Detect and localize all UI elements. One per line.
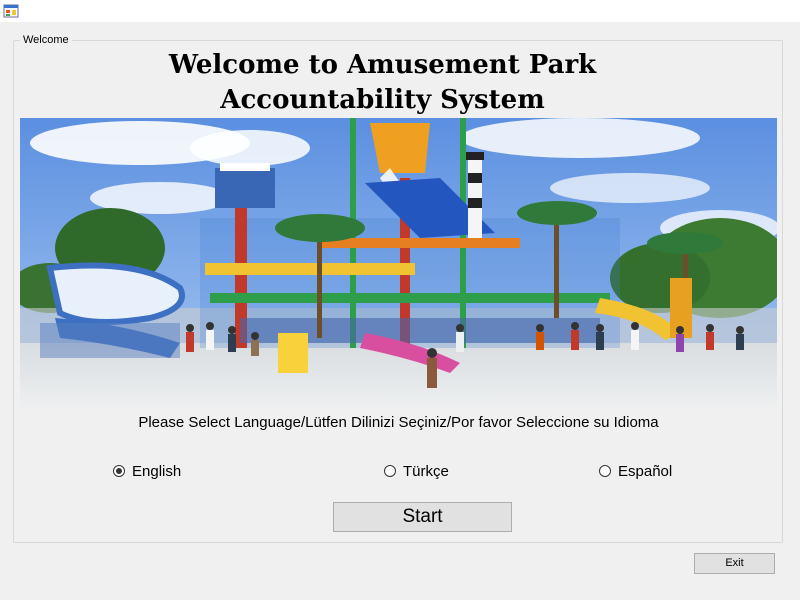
language-prompt: Please Select Language/Lütfen Dilinizi S… <box>138 414 659 431</box>
title-line-1: Welcome to Amusement Park <box>168 50 597 80</box>
turkish-radio-button[interactable] <box>384 465 396 477</box>
turkish-radio-label[interactable]: Türkçe <box>403 463 449 480</box>
exit-button[interactable]: Exit <box>694 553 775 574</box>
welcome-window: Welcome Welcome to Amusement Park Accoun… <box>0 0 800 600</box>
groupbox-caption: Welcome <box>20 33 72 47</box>
windows-form-icon <box>3 4 19 18</box>
english-radio[interactable]: English <box>113 461 181 481</box>
title-line-2: Accountability System <box>220 85 545 115</box>
start-button[interactable]: Start <box>333 502 512 532</box>
title-bar[interactable] <box>0 0 800 22</box>
spanish-radio-button[interactable] <box>599 465 611 477</box>
english-radio-button[interactable] <box>113 465 125 477</box>
page-title: Welcome to Amusement Park Accountability… <box>20 48 745 118</box>
turkish-radio[interactable]: Türkçe <box>384 461 449 481</box>
english-radio-label[interactable]: English <box>132 463 181 480</box>
spanish-radio[interactable]: Español <box>599 461 672 481</box>
spanish-radio-label[interactable]: Español <box>618 463 672 480</box>
water-park-photo <box>20 118 777 410</box>
